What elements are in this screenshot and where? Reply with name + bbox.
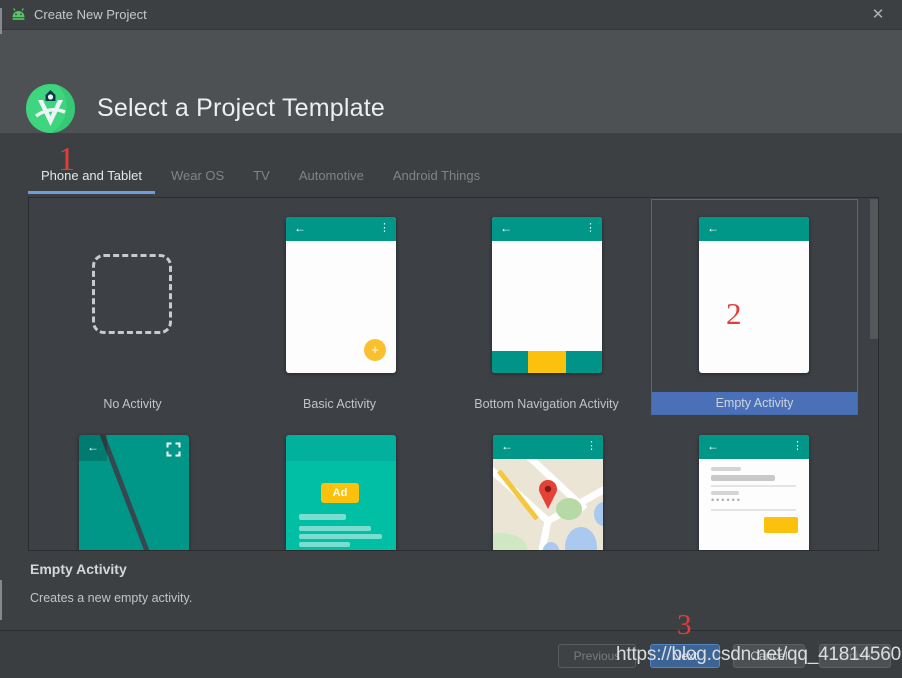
login-button-placeholder [764,517,798,533]
fab-plus-icon: + [364,339,386,361]
create-new-project-dialog: Create New Project ✕ Select a Project Te… [0,0,902,678]
tab-tv[interactable]: TV [240,161,283,194]
back-arrow-icon: ← [707,221,719,235]
android-bugdroid-icon [10,7,27,23]
diagonal-decoration [100,435,152,551]
bottom-nav-segment [492,351,528,373]
background-window-edge [0,8,2,34]
bottom-nav-segment-active [528,351,566,373]
ad-badge: Ad [321,483,359,503]
template-label-empty-activity: Empty Activity [652,392,857,414]
template-card-admob-ads-activity[interactable]: Ad [286,435,396,551]
annotation-step-1: 1 [58,141,75,179]
mock-appbar: ← ⋮ [492,217,602,241]
selected-template-description: Creates a new empty activity. [30,591,192,605]
map-preview [493,459,603,551]
background-window-edge [0,580,2,620]
android-studio-logo-icon [26,84,75,133]
fullscreen-icon [166,442,181,457]
tab-automotive[interactable]: Automotive [286,161,377,194]
template-card-no-activity[interactable] [92,254,172,334]
password-dots: •••••• [711,495,742,505]
overflow-menu-icon: ⋮ [792,439,803,452]
overflow-menu-icon: ⋮ [586,439,597,452]
field-value-placeholder [711,475,775,481]
template-label-no-activity: No Activity [29,397,236,411]
mock-appbar: ← [699,217,809,241]
template-label-basic-activity: Basic Activity [236,397,443,411]
back-arrow-icon: ← [294,221,306,235]
template-card-google-maps-activity[interactable]: ← ⋮ [493,435,603,551]
mock-bottom-nav [492,351,602,373]
mock-appbar: ← ⋮ [699,435,809,459]
back-arrow-icon: ← [500,221,512,235]
grid-scrollbar[interactable] [870,199,878,339]
csdn-watermark: https://blog.csdn.net/qq_41814560 [616,644,901,666]
tab-phone-and-tablet[interactable]: Phone and Tablet [28,161,155,194]
mock-appbar: ← ⋮ [286,217,396,241]
template-card-bottom-navigation-activity[interactable]: ← ⋮ [492,217,602,373]
page-title: Select a Project Template [97,94,385,123]
field-underline [711,485,796,487]
template-card-login-activity[interactable]: ← ⋮ •••••• [699,435,809,551]
annotation-step-2: 2 [726,296,742,332]
template-label-bottom-navigation-activity: Bottom Navigation Activity [443,397,650,411]
overflow-menu-icon: ⋮ [379,221,390,234]
text-placeholder-line [299,526,371,531]
text-placeholder-line [299,514,346,520]
close-icon[interactable]: ✕ [868,5,888,23]
overflow-menu-icon: ⋮ [585,221,596,234]
template-grid: Empty Activity No Activity ← ⋮ + Basic A… [28,197,879,551]
template-card-empty-activity[interactable]: ← [699,217,809,373]
field-label-placeholder [711,467,741,471]
back-arrow-icon: ← [707,439,719,453]
text-placeholder-line [299,542,350,547]
back-arrow-icon: ← [79,435,107,461]
text-placeholder-line [299,534,382,539]
bottom-nav-segment [566,351,602,373]
window-title: Create New Project [34,7,147,22]
form-factor-tabs: Phone and Tablet Wear OS TV Automotive A… [28,161,496,194]
field-underline [711,509,796,511]
tab-android-things[interactable]: Android Things [380,161,493,194]
mock-appbar [286,435,396,461]
tab-wear-os[interactable]: Wear OS [158,161,237,194]
dialog-header: Select a Project Template [0,30,902,133]
selected-template-title: Empty Activity [30,561,127,577]
mock-appbar: ← ⋮ [493,435,603,459]
template-card-fullscreen-activity[interactable]: ← [79,435,189,551]
back-arrow-icon: ← [501,439,513,453]
titlebar[interactable]: Create New Project ✕ [0,0,902,30]
annotation-step-3: 3 [677,609,692,642]
template-card-basic-activity[interactable]: ← ⋮ + [286,217,396,373]
